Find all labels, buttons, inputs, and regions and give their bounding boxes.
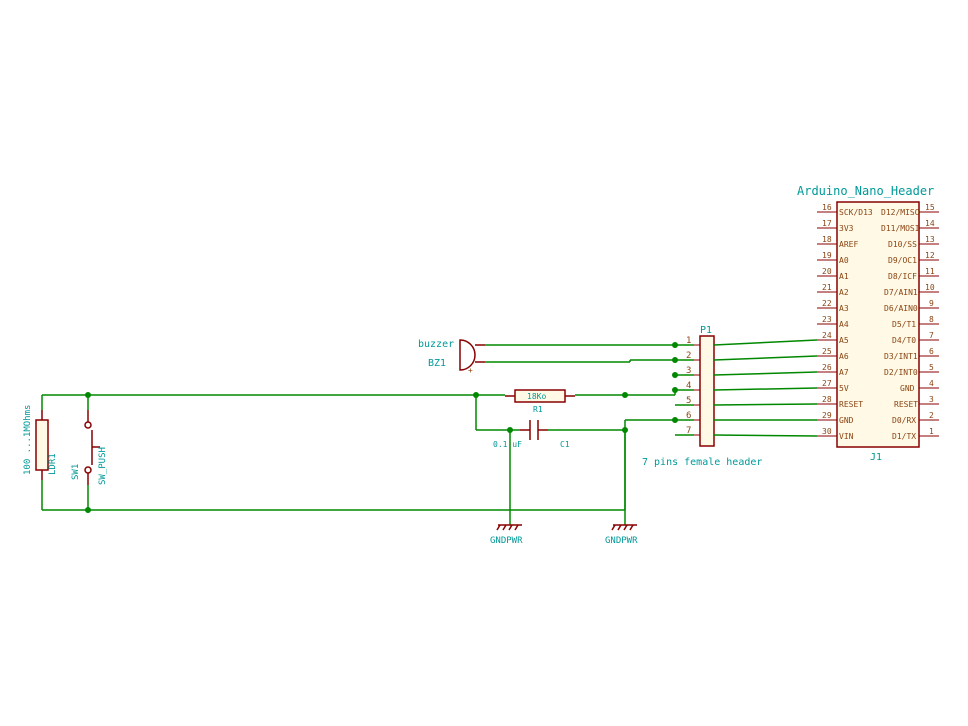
svg-text:22: 22 bbox=[822, 299, 832, 308]
svg-text:D1/TX: D1/TX bbox=[892, 432, 916, 441]
svg-text:GND: GND bbox=[839, 416, 854, 425]
svg-text:7: 7 bbox=[929, 331, 934, 340]
svg-text:6: 6 bbox=[929, 347, 934, 356]
svg-text:AREF: AREF bbox=[839, 240, 858, 249]
svg-text:15: 15 bbox=[925, 203, 935, 212]
svg-text:18: 18 bbox=[822, 235, 832, 244]
svg-text:RESET: RESET bbox=[839, 400, 863, 409]
svg-text:A2: A2 bbox=[839, 288, 849, 297]
svg-text:D6/AIN0: D6/AIN0 bbox=[884, 304, 918, 313]
buzzer-ref: BZ1 bbox=[428, 358, 446, 369]
svg-text:20: 20 bbox=[822, 267, 832, 276]
svg-text:2: 2 bbox=[929, 411, 934, 420]
svg-text:5V: 5V bbox=[839, 384, 849, 393]
resistor-value: 18Ko bbox=[527, 392, 546, 401]
gnd1-label: GNDPWR bbox=[490, 536, 523, 546]
svg-text:A7: A7 bbox=[839, 368, 849, 377]
svg-text:A0: A0 bbox=[839, 256, 849, 265]
svg-text:4: 4 bbox=[929, 379, 934, 388]
svg-text:D0/RX: D0/RX bbox=[892, 416, 916, 425]
svg-text:14: 14 bbox=[925, 219, 935, 228]
svg-text:13: 13 bbox=[925, 235, 935, 244]
svg-text:D3/INT1: D3/INT1 bbox=[884, 352, 918, 361]
svg-text:A1: A1 bbox=[839, 272, 849, 281]
capacitor-ref: C1 bbox=[560, 440, 570, 449]
capacitor-value: 0.1 uF bbox=[493, 440, 522, 449]
svg-text:SCK/D13: SCK/D13 bbox=[839, 208, 873, 217]
svg-text:10: 10 bbox=[925, 283, 935, 292]
svg-text:28: 28 bbox=[822, 395, 832, 404]
svg-text:D7/AIN1: D7/AIN1 bbox=[884, 288, 918, 297]
arduino-title: Arduino_Nano_Header bbox=[797, 184, 934, 198]
svg-text:A5: A5 bbox=[839, 336, 849, 345]
svg-text:D12/MISO: D12/MISO bbox=[881, 208, 920, 217]
buzzer-label: buzzer bbox=[418, 339, 454, 350]
svg-text:17: 17 bbox=[822, 219, 832, 228]
svg-text:30: 30 bbox=[822, 427, 832, 436]
gnd-2: GNDPWR bbox=[605, 430, 638, 546]
ldr-value: 100 ...1MOhms bbox=[23, 405, 33, 475]
svg-text:1: 1 bbox=[929, 427, 934, 436]
svg-text:D2/INT0: D2/INT0 bbox=[884, 368, 918, 377]
svg-text:12: 12 bbox=[925, 251, 935, 260]
svg-text:D8/ICF: D8/ICF bbox=[888, 272, 917, 281]
svg-text:RESET: RESET bbox=[894, 400, 918, 409]
svg-text:D5/T1: D5/T1 bbox=[892, 320, 916, 329]
switch-component: SW1 SW_PUSH bbox=[71, 410, 108, 485]
svg-text:D11/MOSI: D11/MOSI bbox=[881, 224, 920, 233]
svg-text:A6: A6 bbox=[839, 352, 849, 361]
svg-text:5: 5 bbox=[929, 363, 934, 372]
connector-label: 7 pins female header bbox=[642, 457, 762, 468]
svg-text:A4: A4 bbox=[839, 320, 849, 329]
schematic-diagram: 100 ...1MOhms LDR1 SW1 SW_PUSH buzzer BZ… bbox=[0, 0, 968, 726]
p1-pins: 1 2 3 4 5 6 7 bbox=[686, 336, 700, 436]
svg-text:25: 25 bbox=[822, 347, 832, 356]
svg-text:11: 11 bbox=[925, 267, 935, 276]
svg-text:8: 8 bbox=[929, 315, 934, 324]
svg-text:3: 3 bbox=[929, 395, 934, 404]
resistor-ref: R1 bbox=[533, 405, 543, 414]
svg-text:D9/OC1: D9/OC1 bbox=[888, 256, 917, 265]
svg-text:16: 16 bbox=[822, 203, 832, 212]
connector-ref: P1 bbox=[700, 325, 712, 336]
svg-text:3V3: 3V3 bbox=[839, 224, 854, 233]
switch-value: SW_PUSH bbox=[98, 447, 108, 485]
svg-text:19: 19 bbox=[822, 251, 832, 260]
ldr-ref: LDR1 bbox=[48, 453, 58, 475]
svg-text:+: + bbox=[468, 366, 473, 375]
svg-text:24: 24 bbox=[822, 331, 832, 340]
svg-text:21: 21 bbox=[822, 283, 832, 292]
svg-text:23: 23 bbox=[822, 315, 832, 324]
capacitor-component: 0.1 uF C1 bbox=[493, 420, 570, 449]
svg-text:D4/T0: D4/T0 bbox=[892, 336, 916, 345]
switch-ref: SW1 bbox=[71, 464, 81, 480]
svg-text:GND: GND bbox=[900, 384, 915, 393]
svg-text:A3: A3 bbox=[839, 304, 849, 313]
svg-text:D10/SS: D10/SS bbox=[888, 240, 917, 249]
arduino-ref: J1 bbox=[870, 452, 882, 463]
connector-p1: P1 7 pins female header bbox=[642, 325, 762, 468]
svg-text:27: 27 bbox=[822, 379, 832, 388]
resistor-component: 18Ko R1 bbox=[505, 390, 575, 414]
svg-text:26: 26 bbox=[822, 363, 832, 372]
buzzer-component: buzzer BZ1 + bbox=[418, 339, 485, 375]
svg-text:9: 9 bbox=[929, 299, 934, 308]
gnd2-label: GNDPWR bbox=[605, 536, 638, 546]
svg-text:VIN: VIN bbox=[839, 432, 854, 441]
ldr-component: 100 ...1MOhms LDR1 bbox=[23, 405, 58, 480]
svg-text:29: 29 bbox=[822, 411, 832, 420]
